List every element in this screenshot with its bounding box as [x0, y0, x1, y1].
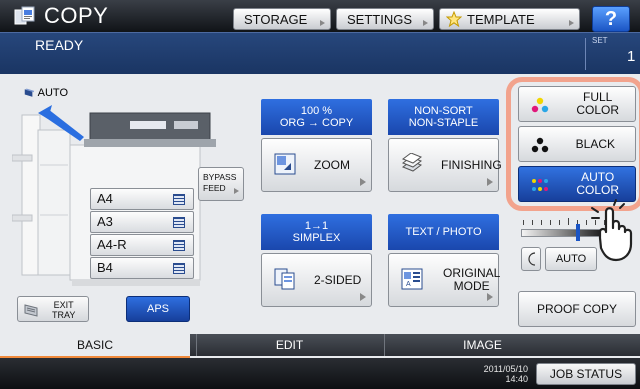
expand-arrow-icon: [487, 178, 493, 186]
app-title: COPY: [44, 3, 109, 28]
exit-tray-button[interactable]: EXIT TRAY: [17, 296, 89, 322]
tray-label: A3: [97, 214, 113, 229]
full-color-button[interactable]: FULL COLOR: [518, 86, 636, 122]
auto-color-text: AUTO COLOR: [576, 167, 619, 201]
paper-stack-icon: [173, 240, 185, 251]
paper-stack-icon: [401, 153, 423, 172]
storage-button[interactable]: STORAGE: [233, 8, 331, 30]
duplex-icon: [274, 268, 295, 290]
original-mode-value: TEXT / PHOTO: [405, 226, 482, 238]
star-icon: [446, 11, 462, 27]
set-count: 1: [627, 48, 636, 65]
full-color-text: FULL COLOR: [576, 87, 619, 121]
mode-label: MODE: [453, 279, 490, 293]
staple-mode: NON-STAPLE: [408, 117, 479, 129]
divider: [585, 38, 586, 70]
tray-a4-button[interactable]: A4: [90, 188, 194, 210]
pointing-hand-icon: [591, 199, 633, 262]
tray-b4-button[interactable]: B4: [90, 257, 194, 279]
copier-touch-panel: COPY STORAGE SETTINGS TEMPLATE ? READY S…: [0, 0, 640, 389]
paper-stack-icon: [173, 217, 185, 228]
black-toner-icon: [531, 137, 549, 153]
tray-label: A4-R: [97, 237, 127, 252]
tray-label: B4: [97, 260, 113, 275]
settings-label: SETTINGS: [347, 11, 413, 27]
finishing-status-header: NON-SORT NON-STAPLE: [388, 99, 499, 135]
exit-label: EXIT: [53, 300, 74, 310]
zoom-label: ZOOM: [314, 157, 350, 172]
original-mode-button[interactable]: A ORIGINAL MODE: [388, 253, 500, 307]
paper-stack-icon: [173, 194, 185, 205]
tray-a4-r-button[interactable]: A4-R: [90, 234, 194, 256]
bypass-feed-button[interactable]: BYPASS FEED: [198, 167, 244, 201]
tab-edit[interactable]: EDIT: [196, 334, 382, 356]
template-label: TEMPLATE: [467, 11, 535, 27]
template-button[interactable]: TEMPLATE: [439, 8, 580, 30]
status-message: READY: [35, 37, 84, 53]
zoom-button[interactable]: ZOOM: [261, 138, 372, 192]
expand-arrow-icon: [234, 188, 239, 194]
tray-label: TRAY: [52, 310, 76, 320]
expand-arrow-icon: [487, 293, 493, 301]
copy-app-icon: [14, 6, 35, 25]
zoom-status-header: 100 % ORG → COPY: [261, 99, 372, 135]
settings-button[interactable]: SETTINGS: [336, 8, 434, 30]
bypass-label: BYPASS: [203, 172, 237, 182]
duplex-ratio: 1→1: [304, 220, 329, 232]
sort-mode: NON-SORT: [414, 105, 473, 117]
aps-button[interactable]: APS: [126, 296, 190, 322]
storage-label: STORAGE: [244, 11, 308, 27]
two-sided-button[interactable]: 2-SIDED: [261, 253, 372, 307]
color-label: COLOR: [576, 103, 619, 117]
svg-text:A: A: [406, 281, 411, 288]
expand-arrow-icon: [360, 178, 366, 186]
proof-copy-button[interactable]: PROOF COPY: [518, 291, 636, 327]
title-bar: COPY STORAGE SETTINGS TEMPLATE ?: [0, 0, 640, 32]
text-photo-icon: A: [401, 268, 423, 290]
job-status-button[interactable]: JOB STATUS: [536, 363, 636, 385]
zoom-mode: ORG → COPY: [279, 117, 354, 129]
black-button[interactable]: BLACK: [518, 126, 636, 162]
date: 2011/05/10: [483, 364, 528, 374]
tray-a3-button[interactable]: A3: [90, 211, 194, 233]
tray-label: A4: [97, 191, 113, 206]
exit-tray-icon: [24, 304, 38, 317]
date-time-display: 2011/05/10 14:40: [468, 364, 528, 384]
auto-color-icon: [532, 179, 548, 191]
two-sided-label: 2-SIDED: [314, 272, 362, 287]
expand-arrow-icon: [569, 20, 574, 26]
duplex-status-header: 1→1 SIMPLEX: [261, 214, 372, 250]
auto-color-button[interactable]: AUTO COLOR: [518, 166, 636, 202]
status-area: READY SET 1: [0, 32, 640, 74]
expand-arrow-icon: [360, 293, 366, 301]
original-mode-status-header: TEXT / PHOTO: [388, 214, 499, 250]
time: 14:40: [505, 374, 528, 384]
help-button[interactable]: ?: [592, 6, 630, 32]
tab-basic[interactable]: BASIC: [0, 334, 190, 356]
density-level-marker: [576, 224, 581, 241]
paper-stack-icon: [173, 263, 185, 274]
lighter-button[interactable]: [521, 247, 541, 271]
finishing-button[interactable]: FINISHING: [388, 138, 502, 192]
set-label: SET: [592, 36, 608, 45]
color-label: COLOR: [576, 183, 619, 197]
zoom-icon: [274, 153, 296, 175]
black-label: BLACK: [575, 136, 615, 151]
tab-image[interactable]: IMAGE: [384, 334, 580, 356]
full-color-icon: [531, 97, 549, 113]
expand-arrow-icon: [320, 20, 325, 26]
zoom-ratio: 100 %: [300, 105, 333, 117]
expand-arrow-icon: [423, 20, 428, 26]
lighter-icon: [528, 252, 536, 266]
duplex-mode: SIMPLEX: [292, 232, 341, 244]
